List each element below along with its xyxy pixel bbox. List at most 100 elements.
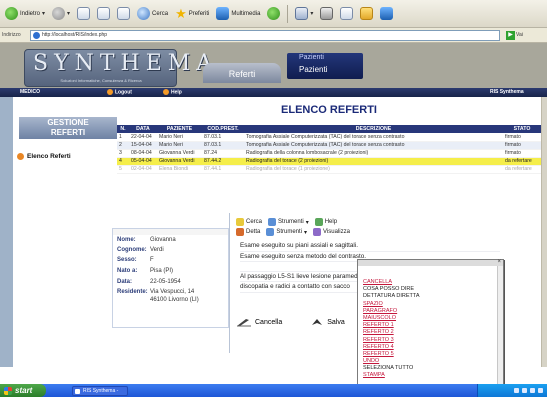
taskbar: start RIS Synthema - Micro...: [0, 384, 547, 397]
sidebar-item-elenco-referti[interactable]: Elenco Referti: [17, 153, 71, 160]
favorites-label: Preferiti: [188, 10, 210, 17]
help-menu-button[interactable]: Help: [314, 218, 338, 226]
start-button[interactable]: start: [0, 384, 46, 397]
mail-icon: [295, 7, 309, 20]
table-row[interactable]: 5 02-04-04 Elena Biondi 87.44.1 Radiogra…: [117, 165, 541, 174]
table-row[interactable]: 1 22-04-04 Mario Neri 87.03.1 Tomografia…: [117, 133, 541, 142]
windows-logo-icon: [4, 386, 12, 395]
media-icon: [216, 7, 230, 20]
menu-item[interactable]: PARAGRAFO: [363, 308, 420, 315]
patient-field: Data: 22-05-1954: [117, 279, 181, 285]
field-value: Giovanna: [150, 237, 176, 243]
menu-item[interactable]: MAIUSCOLO: [363, 315, 420, 322]
forward-button[interactable]: ▾: [50, 4, 72, 24]
close-icon[interactable]: ×: [497, 259, 501, 265]
menu-item[interactable]: REFERTO 1: [363, 322, 420, 329]
tab-referti[interactable]: Referti: [203, 63, 281, 83]
tools2-menu-button[interactable]: Strumenti ▾: [266, 228, 307, 236]
tray-icon[interactable]: [530, 388, 535, 393]
history-icon: [267, 7, 281, 20]
go-label: Vai: [516, 32, 523, 38]
cancel-button[interactable]: Cancella: [236, 317, 282, 327]
chevron-down-icon: ▾: [310, 11, 314, 17]
menu-titlebar: ×: [358, 259, 503, 266]
menu-item[interactable]: STAMPA: [363, 372, 420, 379]
cell-paziente: Mario Neri: [157, 133, 202, 142]
menu-item[interactable]: SPAZIO: [363, 301, 420, 308]
field-value: Pisa (PI): [150, 268, 174, 274]
address-input[interactable]: http://localhost/RIS/index.php: [30, 29, 500, 41]
toolbar-divider: [287, 4, 289, 23]
tray-icon[interactable]: [514, 388, 519, 393]
tab-pazienti[interactable]: Pazienti Pazienti: [287, 53, 363, 79]
menu-scrollbar[interactable]: [497, 266, 503, 386]
menu-item[interactable]: COSA POSSO DIRE: [363, 286, 420, 293]
dictate-button[interactable]: Detta: [236, 228, 260, 236]
tools-icon: [268, 218, 277, 226]
page-scrollbar[interactable]: [541, 97, 547, 367]
cell-stato: firmato: [503, 149, 541, 158]
print-button[interactable]: [318, 4, 335, 24]
go-button[interactable]: ▶ Vai: [506, 30, 523, 40]
view-button[interactable]: Visualizza: [313, 228, 350, 236]
star-icon: ★: [175, 6, 187, 21]
history-button[interactable]: [265, 4, 282, 24]
field-value: 22-05-1954: [150, 279, 181, 285]
menu-item[interactable]: DETTATURA DIRETTA: [363, 293, 420, 300]
help-link[interactable]: Help: [163, 89, 182, 95]
address-url: http://localhost/RIS/index.php: [42, 32, 108, 38]
field-label: Data:: [117, 279, 133, 285]
tray-icon[interactable]: [522, 388, 527, 393]
folder-button[interactable]: [358, 4, 375, 24]
tools2-label: Strumenti: [276, 229, 303, 235]
cell-paziente: Mario Neri: [157, 141, 202, 150]
field-value: F: [150, 257, 154, 263]
save-label: Salva: [327, 318, 345, 326]
stop-button[interactable]: [75, 4, 92, 24]
table-row-selected[interactable]: 4 05-04-04 Giovanna Verdi 87.44.2 Radiog…: [117, 157, 541, 166]
media-button[interactable]: Multimedia: [214, 4, 262, 24]
edit-button[interactable]: [338, 4, 355, 24]
menu-item[interactable]: CANCELLA: [363, 279, 420, 286]
menu-item[interactable]: REFERTO 2: [363, 329, 420, 336]
column-header: DATA: [129, 125, 157, 133]
chevron-down-icon: ▾: [42, 11, 46, 17]
find-button[interactable]: Cerca: [236, 218, 262, 226]
sidebar-banner-line2: REFERTI: [50, 128, 86, 137]
bullet-icon: [17, 153, 24, 160]
table-row[interactable]: 3 08-04-04 Giovanna Verdi 87.24 Radiogra…: [117, 149, 541, 158]
page-title: ELENCO REFERTI: [281, 104, 377, 116]
menu-item[interactable]: REFERTO 3: [363, 337, 420, 344]
cell-paziente: Elena Biondi: [157, 165, 202, 174]
search-button[interactable]: Cerca: [135, 4, 170, 24]
cell-n: 1: [117, 133, 129, 142]
menu-item[interactable]: REFERTO 4: [363, 344, 420, 351]
tools-menu-button[interactable]: Strumenti ▾: [268, 218, 309, 226]
logout-link[interactable]: Logout: [107, 89, 132, 95]
menu-item[interactable]: UNDO: [363, 358, 420, 365]
mail-button[interactable]: ▾: [293, 4, 315, 24]
app-name: RIS Synthema: [490, 89, 524, 95]
favorites-button[interactable]: ★ Preferiti: [173, 4, 211, 24]
cell-cod: 87.03.1: [202, 141, 244, 150]
messenger-button[interactable]: [378, 4, 395, 24]
cell-stato: da refertare: [503, 157, 541, 166]
back-button[interactable]: Indietro ▾: [3, 4, 47, 24]
home-button[interactable]: [115, 4, 132, 24]
refresh-button[interactable]: [95, 4, 112, 24]
menu-item[interactable]: REFERTO 5: [363, 351, 420, 358]
help-label: Help: [324, 219, 338, 225]
sidebar: GESTIONE REFERTI Elenco Referti: [13, 97, 117, 367]
page-icon: [33, 31, 40, 39]
table-row[interactable]: 2 15-04-04 Mario Neri 87.03.1 Tomografia…: [117, 141, 541, 150]
cell-stato: firmato: [503, 133, 541, 142]
cell-cod: 87.24: [202, 149, 244, 158]
menu-item[interactable]: SELEZIONA TUTTO: [363, 365, 420, 372]
logo-subtitle: Soluzioni Informatiche, Consulenza & Ric…: [60, 78, 142, 83]
taskbar-item-browser[interactable]: RIS Synthema - Micro...: [72, 385, 128, 397]
cell-data: 08-04-04: [129, 149, 157, 158]
home-icon: [117, 7, 131, 20]
tray-icon[interactable]: [538, 388, 543, 393]
save-button[interactable]: Salva: [310, 317, 345, 327]
sidebar-banner: GESTIONE REFERTI: [19, 117, 117, 139]
